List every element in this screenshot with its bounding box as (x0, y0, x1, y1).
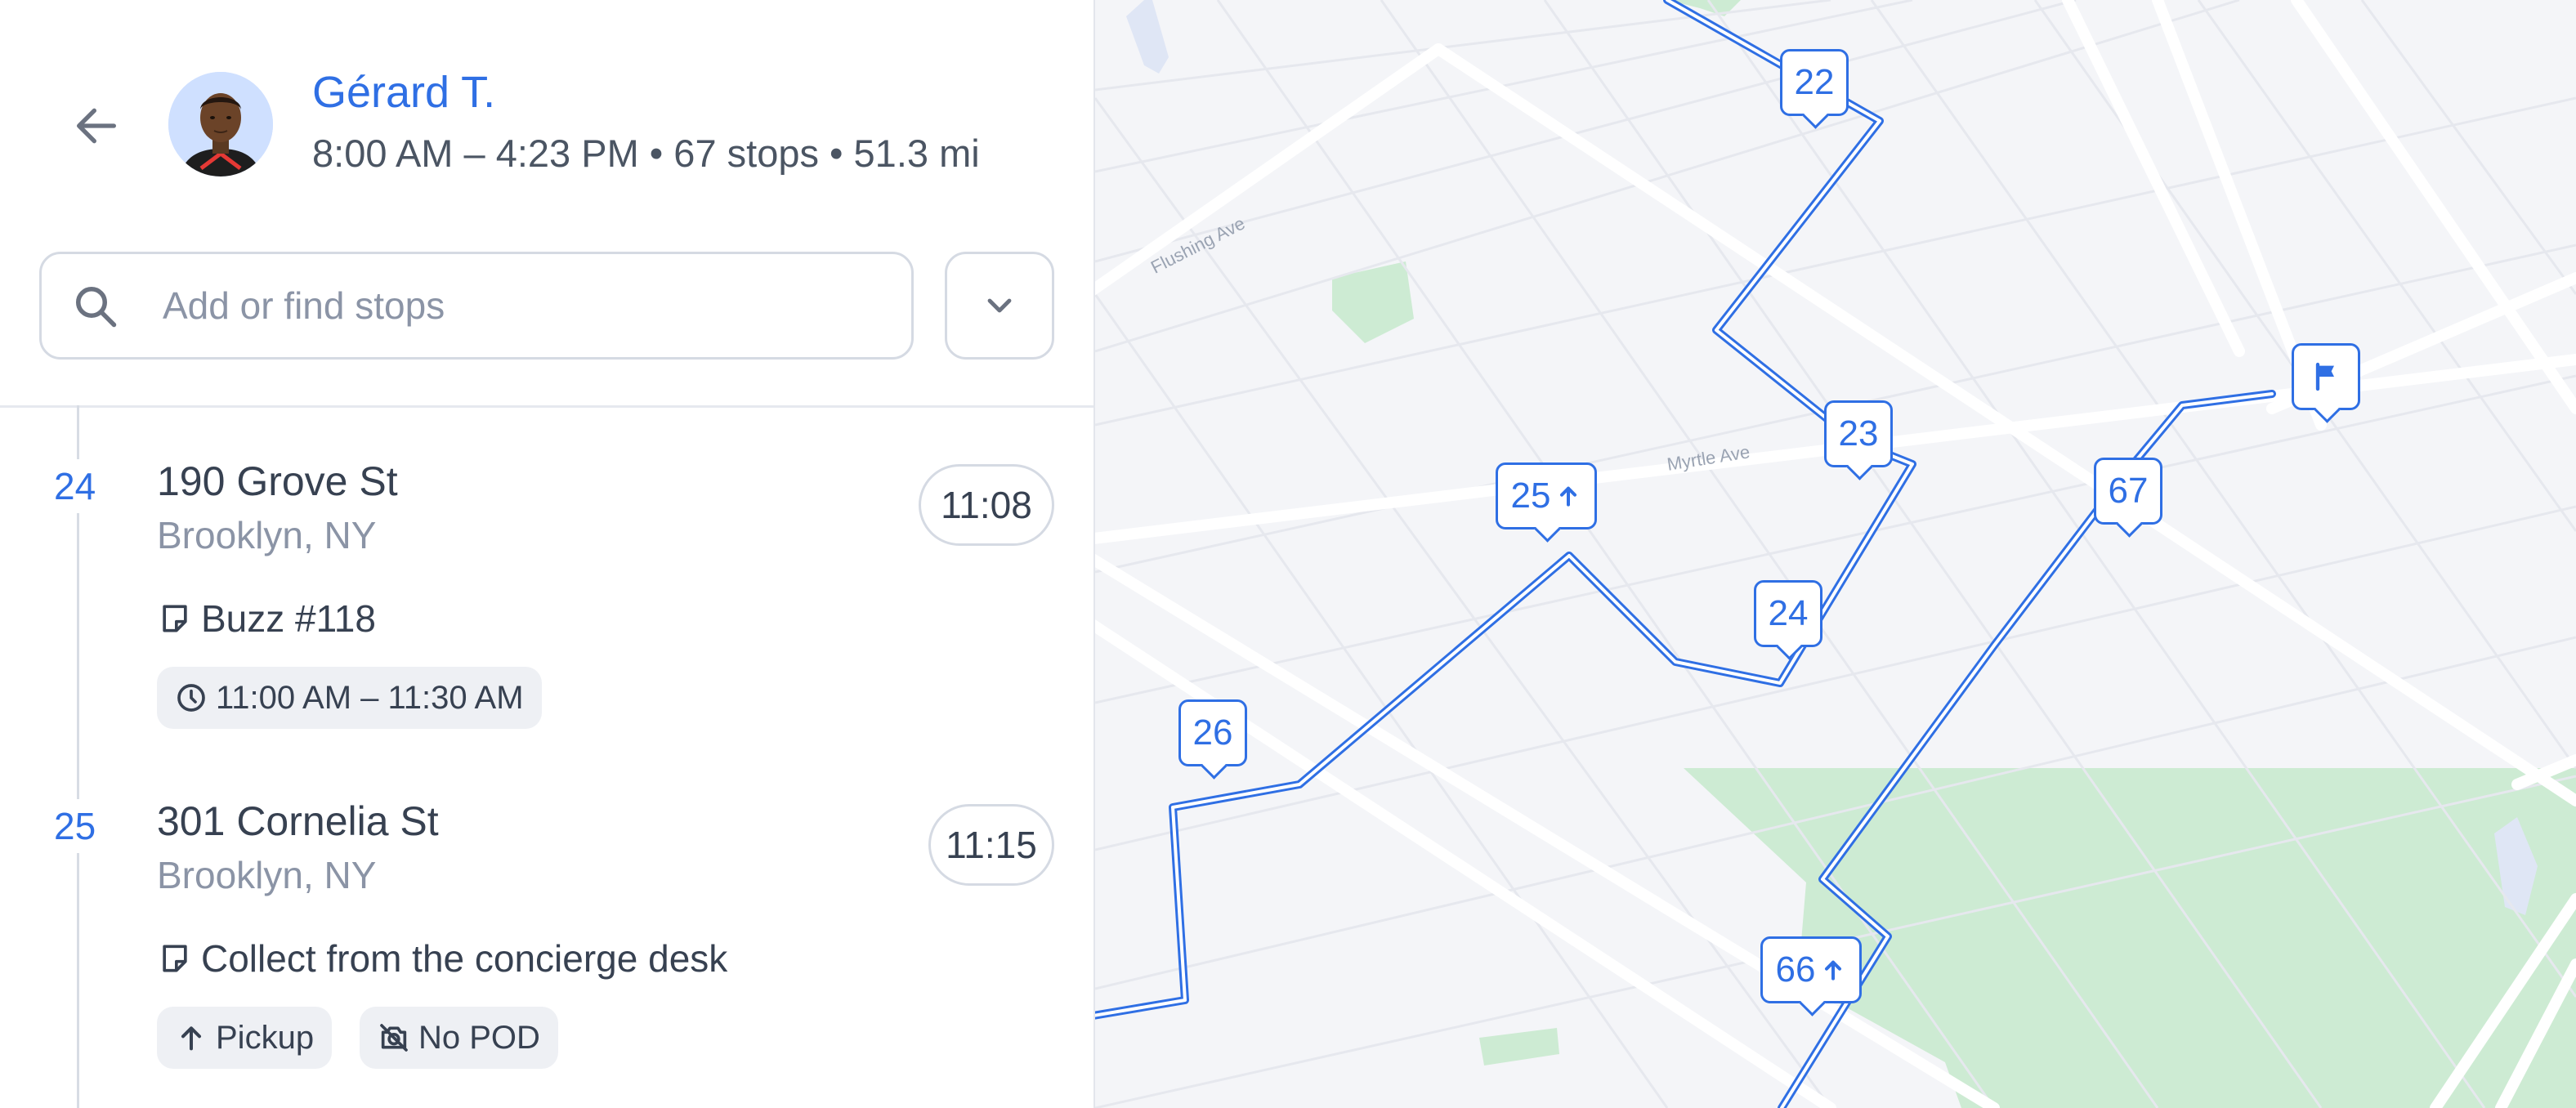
stop-eta[interactable]: 11:15 (928, 804, 1054, 886)
arrow-up-icon (181, 1026, 201, 1051)
marker-label: 22 (1794, 62, 1835, 102)
stop-marker[interactable]: 26 (1178, 699, 1247, 766)
route-header: Gérard T. 8:00 AM – 4:23 PM • 67 stops •… (0, 0, 1093, 408)
marker-label: 67 (2108, 471, 2149, 511)
stop-marker[interactable]: 67 (2094, 458, 2162, 525)
stop-marker[interactable]: 24 (1754, 580, 1822, 647)
finish-marker[interactable] (2292, 343, 2360, 410)
stop-city: Brooklyn, NY (157, 514, 377, 556)
no-pod-chip: No POD (360, 1007, 558, 1069)
back-button[interactable] (67, 96, 126, 155)
marker-label: 66 (1775, 949, 1816, 990)
stop-marker[interactable]: 25 (1496, 462, 1597, 529)
arrow-up-icon (1825, 960, 1842, 981)
stop-note-text: Buzz #118 (201, 597, 376, 640)
stop-marker[interactable]: 66 (1760, 936, 1862, 1003)
stop-note-text: Collect from the concierge desk (201, 937, 728, 980)
note-icon (163, 605, 187, 632)
pickup-chip: Pickup (157, 1007, 333, 1069)
stop-number: 24 (54, 459, 96, 513)
stop-address: 190 Grove St (157, 458, 398, 504)
time-window-chip: 11:00 AM – 11:30 AM (157, 667, 542, 729)
driver-name: Gérard T. (312, 68, 496, 117)
chevron-down-icon (987, 298, 1012, 313)
marker-label: 24 (1768, 593, 1809, 633)
stop-address: 301 Cornelia St (157, 798, 439, 844)
stop-city: Brooklyn, NY (157, 854, 377, 896)
driver-avatar (168, 72, 273, 176)
stop-marker[interactable]: 23 (1824, 400, 1893, 467)
marker-label: 23 (1838, 413, 1879, 453)
flag-icon (2315, 362, 2334, 391)
time-window-label: 11:00 AM – 11:30 AM (216, 679, 524, 716)
no-pod-label: No POD (418, 1019, 540, 1056)
stops-dropdown-button[interactable] (945, 252, 1054, 360)
note-icon (163, 945, 187, 972)
no-camera-icon (380, 1024, 408, 1052)
search-input[interactable] (163, 270, 882, 341)
stop-note: Buzz #118 (157, 596, 376, 641)
stop-number: 25 (54, 799, 96, 853)
arrow-up-icon (1560, 486, 1577, 507)
marker-label: 25 (1510, 476, 1551, 516)
arrow-left-icon (77, 108, 116, 144)
route-sidebar: Gérard T. 8:00 AM – 4:23 PM • 67 stops •… (0, 0, 1095, 1108)
stop-marker[interactable]: 22 (1780, 49, 1849, 116)
route-map[interactable]: Flushing Ave Myrtle Ave 22 23 24 25 26 6… (1095, 0, 2576, 1108)
stop-search[interactable] (39, 252, 914, 360)
pickup-label: Pickup (216, 1019, 315, 1056)
clock-icon (177, 684, 205, 712)
stop-eta[interactable]: 11:08 (919, 464, 1054, 546)
search-icon (76, 287, 117, 328)
marker-label: 26 (1192, 713, 1233, 753)
route-summary: 8:00 AM – 4:23 PM • 67 stops • 51.3 mi (312, 132, 980, 175)
stop-note: Collect from the concierge desk (157, 936, 727, 981)
